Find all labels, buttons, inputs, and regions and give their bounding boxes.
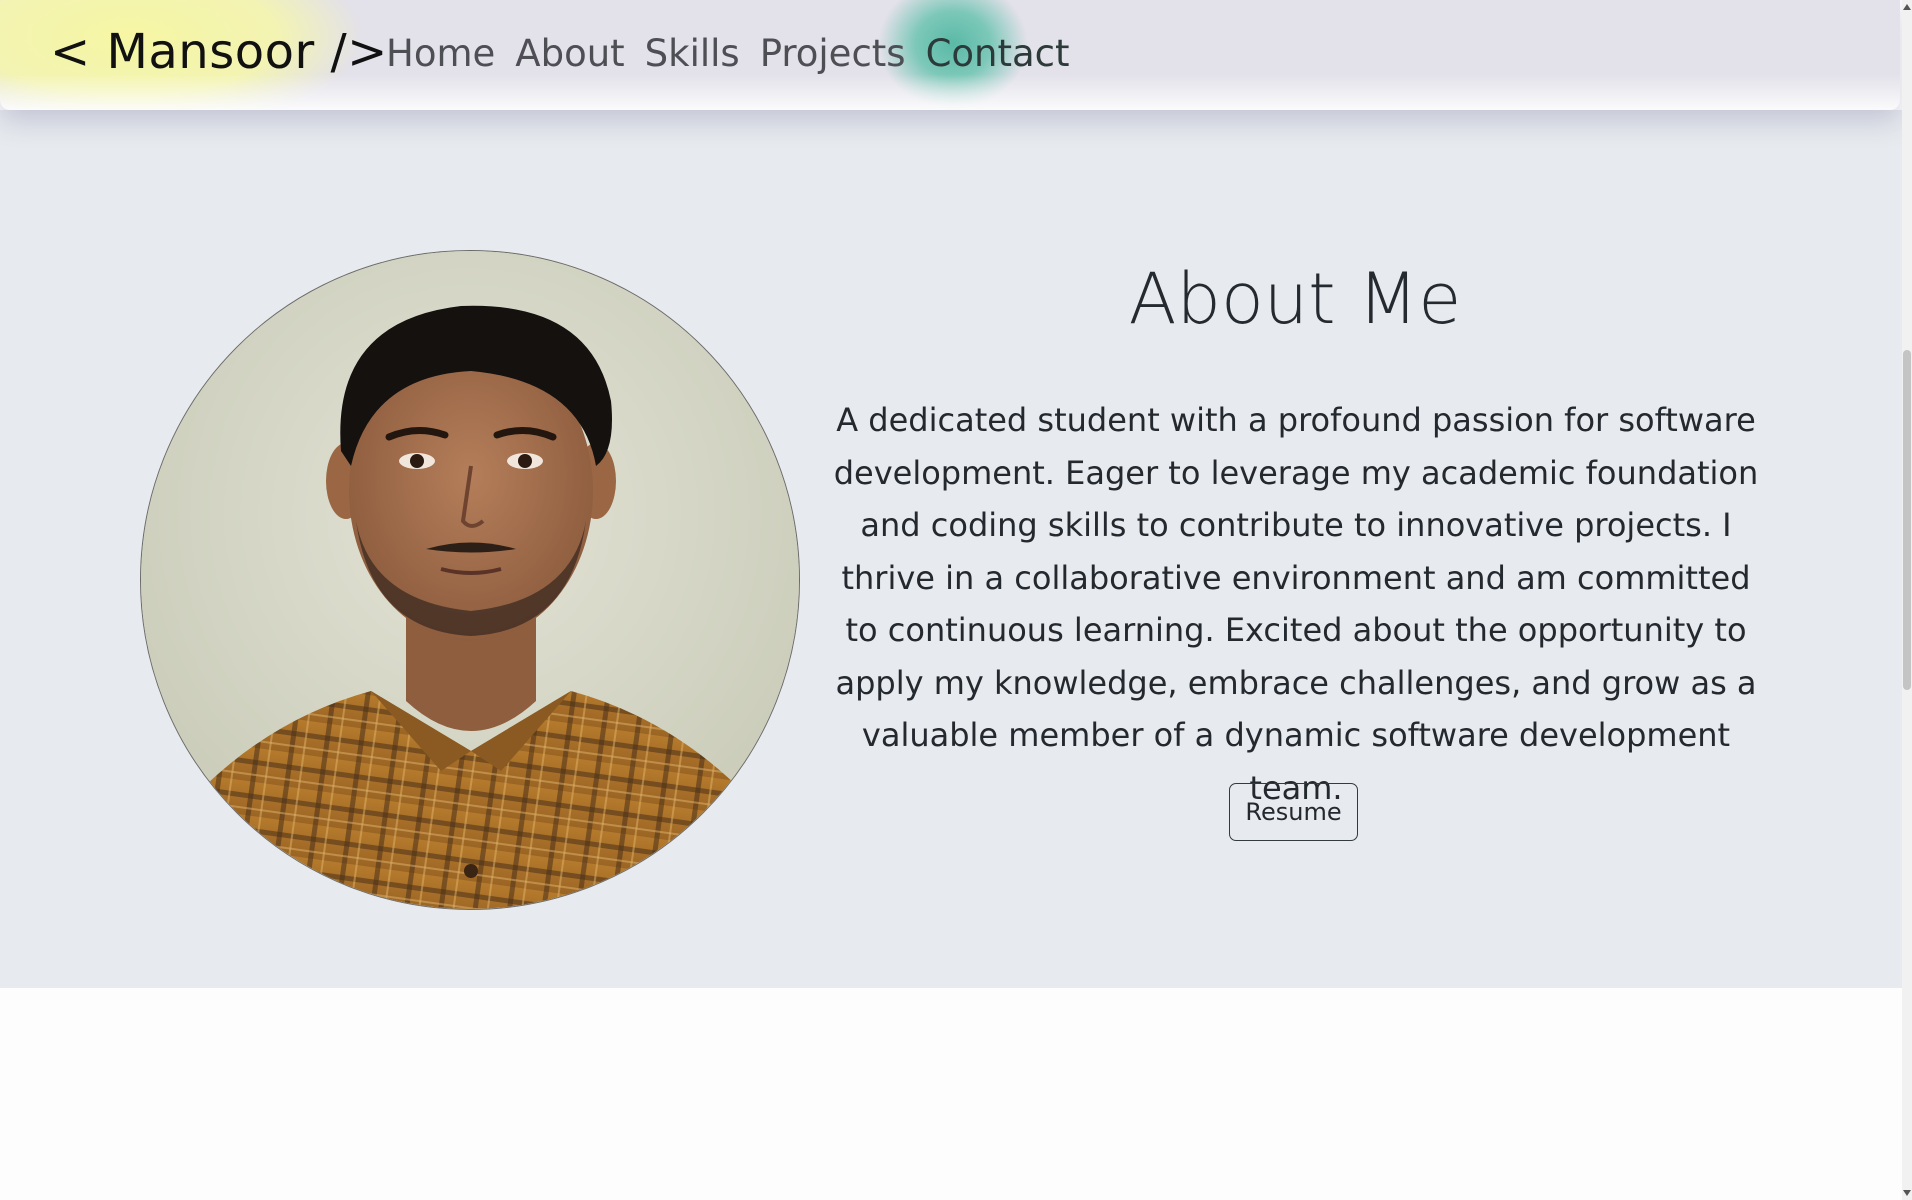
resume-button[interactable]: Resume [1229,783,1358,841]
nav-link-contact[interactable]: Contact [926,32,1070,75]
nav-links: Home About Skills Projects Contact [386,32,1070,75]
nav-link-skills[interactable]: Skills [645,32,740,75]
about-title: About Me [1128,258,1462,340]
browser-viewport: < Mansoor /> Home About Skills Projects … [0,0,1902,1200]
profile-photo-illustration [141,251,799,909]
scrollbar-thumb[interactable] [1903,350,1911,690]
scroll-down-icon[interactable] [1903,1190,1911,1196]
about-section: About Me A dedicated student with a prof… [0,110,1902,988]
vertical-scrollbar[interactable] [1902,0,1912,1200]
navbar: < Mansoor /> Home About Skills Projects … [0,0,1900,110]
profile-photo [140,250,800,910]
scroll-up-icon[interactable] [1903,4,1911,10]
brand-logo[interactable]: < Mansoor /> [50,24,388,80]
nav-link-home[interactable]: Home [386,32,495,75]
nav-link-about[interactable]: About [515,32,624,75]
about-description: A dedicated student with a profound pass… [833,401,1759,807]
nav-link-projects[interactable]: Projects [760,32,906,75]
page: < Mansoor /> Home About Skills Projects … [0,0,1912,1200]
